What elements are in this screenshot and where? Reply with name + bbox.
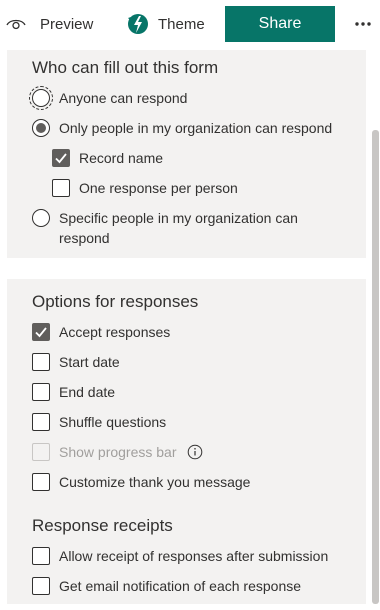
option-label: Customize thank you message xyxy=(59,474,251,490)
checkbox-end-date[interactable]: End date xyxy=(32,382,115,402)
option-label: One response per person xyxy=(79,180,238,196)
checkbox[interactable] xyxy=(32,323,50,341)
section-heading-fill-out: Who can fill out this form xyxy=(32,58,219,77)
top-toolbar: Preview Theme Share xyxy=(0,0,380,50)
checkbox[interactable] xyxy=(32,353,50,371)
section-heading-options: Options for responses xyxy=(32,292,199,311)
checkbox[interactable] xyxy=(32,547,50,565)
theme-button[interactable]: Theme xyxy=(124,6,205,42)
checkbox[interactable] xyxy=(52,179,70,197)
option-label: Show progress bar xyxy=(59,444,177,460)
option-label: Anyone can respond xyxy=(59,90,188,106)
checkbox-shuffle-questions[interactable]: Shuffle questions xyxy=(32,412,166,432)
option-label: Specific people in my organization can r… xyxy=(59,208,298,248)
checkmark-icon xyxy=(55,153,67,164)
theme-label: Theme xyxy=(158,15,205,33)
section-heading-receipts: Response receipts xyxy=(32,516,173,535)
option-label: End date xyxy=(59,384,116,400)
checkbox-allow-receipt[interactable]: Allow receipt of responses after submiss… xyxy=(32,546,328,566)
radio-organization-only[interactable]: Only people in my organization can respo… xyxy=(32,118,332,138)
checkbox-show-progress-bar: Show progress bar xyxy=(32,442,203,462)
option-label: Get email notification of each response xyxy=(59,578,302,594)
info-icon[interactable] xyxy=(187,444,203,460)
radio-button[interactable] xyxy=(32,119,50,137)
checkbox-email-notification[interactable]: Get email notification of each response xyxy=(32,576,301,596)
checkbox-customize-thank-you[interactable]: Customize thank you message xyxy=(32,472,250,492)
checkbox[interactable] xyxy=(32,473,50,491)
checkbox-one-response-per-person[interactable]: One response per person xyxy=(52,178,238,198)
fill-out-settings-panel: Who can fill out this form Anyone can re… xyxy=(7,50,366,258)
radio-dot xyxy=(36,123,46,133)
radio-specific-people[interactable]: Specific people in my organization can r… xyxy=(32,208,332,248)
checkbox[interactable] xyxy=(52,149,70,167)
checkmark-icon xyxy=(35,327,47,338)
checkbox-record-name[interactable]: Record name xyxy=(52,148,163,168)
palette-icon xyxy=(128,14,148,34)
option-label-line2: respond xyxy=(59,230,110,246)
checkbox[interactable] xyxy=(32,383,50,401)
radio-button[interactable] xyxy=(29,86,53,110)
checkbox[interactable] xyxy=(32,577,50,595)
more-horizontal-icon xyxy=(355,22,371,26)
response-options-panel: Options for responses Accept responses S… xyxy=(7,279,366,604)
checkbox[interactable] xyxy=(32,413,50,431)
preview-label: Preview xyxy=(40,15,94,33)
preview-button[interactable]: Preview xyxy=(6,6,93,42)
checkbox xyxy=(32,443,50,461)
more-options-button[interactable] xyxy=(350,6,376,42)
option-label: Shuffle questions xyxy=(59,414,167,430)
share-button[interactable]: Share xyxy=(225,6,335,42)
option-label: Accept responses xyxy=(59,324,171,340)
checkbox-start-date[interactable]: Start date xyxy=(32,352,120,372)
option-label: Only people in my organization can respo… xyxy=(59,120,333,136)
option-label: Record name xyxy=(79,150,164,166)
radio-button[interactable] xyxy=(32,209,50,227)
option-label-line1: Specific people in my organization can xyxy=(59,210,298,226)
radio-anyone-can-respond[interactable]: Anyone can respond xyxy=(29,86,188,110)
eye-icon xyxy=(6,19,26,30)
checkbox-accept-responses[interactable]: Accept responses xyxy=(32,322,170,342)
option-label: Start date xyxy=(59,354,120,370)
scrollbar-thumb[interactable] xyxy=(372,130,379,604)
option-label: Allow receipt of responses after submiss… xyxy=(59,548,329,564)
